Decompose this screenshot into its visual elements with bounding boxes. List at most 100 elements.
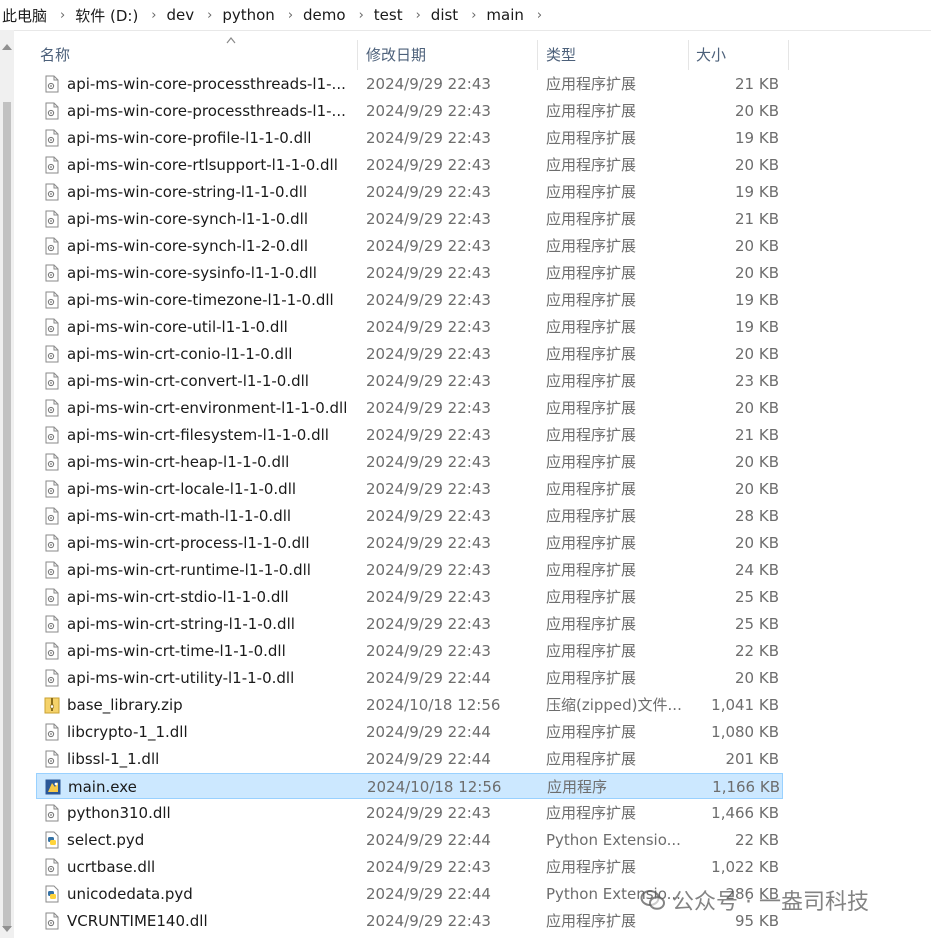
- breadcrumb-item[interactable]: demo: [301, 6, 353, 24]
- dll-file-icon: [44, 750, 60, 768]
- file-row[interactable]: api-ms-win-crt-process-l1-1-0.dll 2024/9/…: [36, 530, 783, 556]
- breadcrumb-item[interactable]: main: [484, 6, 530, 24]
- file-size: 20 KB: [735, 156, 779, 174]
- column-date[interactable]: 修改日期: [366, 40, 526, 70]
- dll-file-icon: [44, 615, 60, 633]
- file-row[interactable]: ucrtbase.dll 2024/9/29 22:43 应用程序扩展 1,022 K…: [36, 854, 783, 880]
- scrollbar-thumb[interactable]: [3, 102, 11, 928]
- file-date: 2024/10/18 12:56: [367, 778, 502, 796]
- file-size: 20 KB: [735, 453, 779, 471]
- file-row[interactable]: api-ms-win-crt-utility-l1-1-0.dll 2024/9/…: [36, 665, 783, 691]
- chevron-right-icon[interactable]: ›: [282, 8, 301, 23]
- file-row[interactable]: api-ms-win-crt-locale-l1-1-0.dll 2024/9/2…: [36, 476, 783, 502]
- breadcrumb-item[interactable]: 此电脑: [0, 5, 54, 26]
- file-size: 20 KB: [735, 264, 779, 282]
- scroll-up-arrow-icon[interactable]: [2, 44, 12, 50]
- file-row[interactable]: api-ms-win-core-profile-l1-1-0.dll 2024/9…: [36, 125, 783, 151]
- file-row[interactable]: api-ms-win-core-synch-l1-2-0.dll 2024/9/2…: [36, 233, 783, 259]
- file-date: 2024/9/29 22:43: [366, 453, 491, 471]
- address-bar[interactable]: 此电脑 › 软件 (D:) › dev › python › demo › test › dist › ma…: [0, 0, 931, 31]
- file-size: 28 KB: [735, 507, 779, 525]
- file-date: 2024/9/29 22:43: [366, 156, 491, 174]
- chevron-right-icon[interactable]: ›: [54, 8, 73, 23]
- breadcrumb-item[interactable]: test: [372, 6, 410, 24]
- vertical-scrollbar[interactable]: [0, 30, 14, 938]
- file-name: api-ms-win-core-processthreads-l1-...: [67, 75, 346, 93]
- file-size: 20 KB: [735, 534, 779, 552]
- file-row[interactable]: api-ms-win-crt-string-l1-1-0.dll 2024/9/2…: [36, 611, 783, 637]
- file-row[interactable]: api-ms-win-core-util-l1-1-0.dll 2024/9/29…: [36, 314, 783, 340]
- file-row[interactable]: api-ms-win-crt-convert-l1-1-0.dll 2024/9/…: [36, 368, 783, 394]
- file-date: 2024/9/29 22:43: [366, 75, 491, 93]
- dll-file-icon: [44, 318, 60, 336]
- file-row[interactable]: api-ms-win-crt-runtime-l1-1-0.dll 2024/9/…: [36, 557, 783, 583]
- file-name: api-ms-win-core-timezone-l1-1-0.dll: [67, 291, 334, 309]
- file-date: 2024/9/29 22:43: [366, 264, 491, 282]
- file-name: api-ms-win-core-rtlsupport-l1-1-0.dll: [67, 156, 338, 174]
- chevron-right-icon[interactable]: ›: [531, 8, 550, 23]
- file-name: api-ms-win-crt-string-l1-1-0.dll: [67, 615, 295, 633]
- file-row[interactable]: main.exe 2024/10/18 12:56 应用程序 1,166 KB: [36, 773, 783, 799]
- zip-folder-icon: [44, 696, 60, 714]
- dll-file-icon: [44, 183, 60, 201]
- file-row[interactable]: base_library.zip 2024/10/18 12:56 压缩(zippe…: [36, 692, 783, 718]
- file-row[interactable]: api-ms-win-core-sysinfo-l1-1-0.dll 2024/9…: [36, 260, 783, 286]
- file-row[interactable]: api-ms-win-core-processthreads-l1-... 202…: [36, 71, 783, 97]
- dll-file-icon: [44, 480, 60, 498]
- column-name[interactable]: 名称: [40, 40, 350, 70]
- dll-file-icon: [44, 237, 60, 255]
- file-date: 2024/9/29 22:43: [366, 291, 491, 309]
- file-row[interactable]: api-ms-win-core-processthreads-l1-... 202…: [36, 98, 783, 124]
- file-row[interactable]: api-ms-win-core-synch-l1-1-0.dll 2024/9/2…: [36, 206, 783, 232]
- file-row[interactable]: python310.dll 2024/9/29 22:43 应用程序扩展 1,466 …: [36, 800, 783, 826]
- file-name: main.exe: [68, 778, 137, 796]
- file-name: VCRUNTIME140.dll: [67, 912, 208, 930]
- file-size: 23 KB: [735, 372, 779, 390]
- dll-file-icon: [44, 102, 60, 120]
- file-row[interactable]: api-ms-win-crt-math-l1-1-0.dll 2024/9/29 …: [36, 503, 783, 529]
- dll-file-icon: [44, 534, 60, 552]
- chevron-right-icon[interactable]: ›: [465, 8, 484, 23]
- python-file-icon: [44, 831, 60, 849]
- file-name: api-ms-win-crt-math-l1-1-0.dll: [67, 507, 292, 525]
- file-row[interactable]: api-ms-win-core-string-l1-1-0.dll 2024/9/…: [36, 179, 783, 205]
- file-name: api-ms-win-core-synch-l1-2-0.dll: [67, 237, 309, 255]
- file-row[interactable]: api-ms-win-crt-environment-l1-1-0.dll 202…: [36, 395, 783, 421]
- file-row[interactable]: select.pyd 2024/9/29 22:44 Python Extensio…: [36, 827, 783, 853]
- file-row[interactable]: api-ms-win-crt-conio-l1-1-0.dll 2024/9/29…: [36, 341, 783, 367]
- breadcrumb-item[interactable]: 软件 (D:): [73, 5, 145, 26]
- chevron-right-icon[interactable]: ›: [145, 8, 164, 23]
- file-size: 1,080 KB: [711, 723, 779, 741]
- file-row[interactable]: libcrypto-1_1.dll 2024/9/29 22:44 应用程序扩展 1,…: [36, 719, 783, 745]
- column-type[interactable]: 类型: [546, 40, 686, 70]
- file-size: 1,466 KB: [711, 804, 779, 822]
- column-size[interactable]: 大小: [696, 40, 776, 70]
- dll-file-icon: [44, 129, 60, 147]
- breadcrumb-item[interactable]: dev: [165, 6, 202, 24]
- chevron-right-icon[interactable]: ›: [410, 8, 429, 23]
- file-name: api-ms-win-crt-runtime-l1-1-0.dll: [67, 561, 311, 579]
- file-row[interactable]: api-ms-win-crt-heap-l1-1-0.dll 2024/9/29 …: [36, 449, 783, 475]
- file-name: api-ms-win-crt-utility-l1-1-0.dll: [67, 669, 295, 687]
- file-size: 20 KB: [735, 480, 779, 498]
- file-row[interactable]: api-ms-win-core-timezone-l1-1-0.dll 2024/…: [36, 287, 783, 313]
- file-name: ucrtbase.dll: [67, 858, 156, 876]
- scroll-down-arrow-icon[interactable]: [2, 926, 12, 932]
- file-size: 20 KB: [735, 399, 779, 417]
- file-row[interactable]: api-ms-win-crt-stdio-l1-1-0.dll 2024/9/29…: [36, 584, 783, 610]
- dll-file-icon: [44, 642, 60, 660]
- breadcrumb-item[interactable]: dist: [429, 6, 465, 24]
- file-row[interactable]: api-ms-win-crt-filesystem-l1-1-0.dll 2024…: [36, 422, 783, 448]
- dll-file-icon: [44, 210, 60, 228]
- file-name: api-ms-win-crt-conio-l1-1-0.dll: [67, 345, 293, 363]
- file-size: 19 KB: [735, 183, 779, 201]
- breadcrumb-item[interactable]: python: [220, 6, 281, 24]
- file-name: libcrypto-1_1.dll: [67, 723, 188, 741]
- chevron-right-icon[interactable]: ›: [201, 8, 220, 23]
- file-date: 2024/9/29 22:43: [366, 318, 491, 336]
- file-row[interactable]: libssl-1_1.dll 2024/9/29 22:44 应用程序扩展 201 K…: [36, 746, 783, 772]
- file-row[interactable]: api-ms-win-core-rtlsupport-l1-1-0.dll 202…: [36, 152, 783, 178]
- wechat-logo-icon: [640, 890, 665, 910]
- chevron-right-icon[interactable]: ›: [353, 8, 372, 23]
- file-row[interactable]: api-ms-win-crt-time-l1-1-0.dll 2024/9/29 …: [36, 638, 783, 664]
